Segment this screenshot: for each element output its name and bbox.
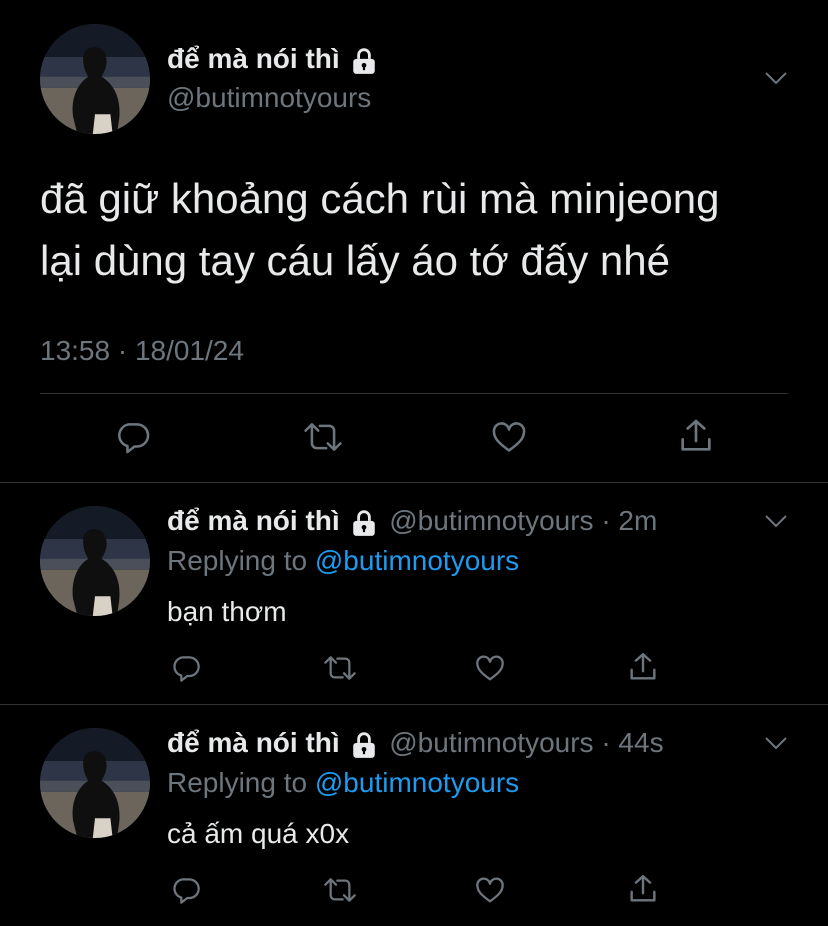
reply-header: để mà nói thì @butimnotyours · 44s bbox=[167, 725, 664, 761]
display-name[interactable]: để mà nói thì bbox=[167, 727, 340, 758]
reply-time[interactable]: · 2m bbox=[601, 505, 657, 536]
replying-to-label: Replying to bbox=[167, 767, 308, 798]
reply-icon[interactable] bbox=[170, 652, 202, 684]
chevron-down-icon[interactable] bbox=[764, 70, 788, 86]
divider bbox=[0, 704, 828, 705]
replying-to: Replying to @butimnotyours bbox=[167, 765, 519, 801]
replying-to: Replying to @butimnotyours bbox=[167, 543, 519, 579]
reply-text: cả ấm quá x0x bbox=[167, 818, 350, 849]
avatar-image bbox=[40, 728, 150, 838]
reply-time[interactable]: · 44s bbox=[601, 727, 663, 758]
share-icon[interactable] bbox=[626, 650, 660, 684]
like-icon[interactable] bbox=[474, 652, 506, 684]
tweet-timestamp[interactable]: 13:58 · 18/01/24 bbox=[40, 333, 244, 369]
tweet-text-line-2: lại dùng tay cáu lấy áo tớ đấy nhé bbox=[40, 237, 670, 284]
like-icon[interactable] bbox=[474, 874, 506, 906]
display-name-text: để mà nói thì bbox=[167, 43, 340, 74]
retweet-icon[interactable] bbox=[322, 874, 358, 906]
avatar[interactable] bbox=[40, 506, 150, 616]
reply-icon[interactable] bbox=[170, 874, 202, 906]
chevron-down-icon[interactable] bbox=[764, 735, 788, 751]
handle[interactable]: @butimnotyours bbox=[167, 80, 371, 116]
avatar[interactable] bbox=[40, 24, 150, 134]
tweet-text-line-1: đã giữ khoảng cách rùi mà minjeong bbox=[40, 175, 720, 222]
reply-header: để mà nói thì @butimnotyours · 2m bbox=[167, 503, 657, 539]
chevron-down-icon[interactable] bbox=[764, 513, 788, 529]
replying-to-handle[interactable]: @butimnotyours bbox=[315, 767, 519, 798]
share-icon[interactable] bbox=[626, 872, 660, 906]
handle[interactable]: @butimnotyours bbox=[389, 505, 593, 536]
avatar-image bbox=[40, 506, 150, 616]
display-name[interactable]: để mà nói thì bbox=[167, 41, 377, 77]
display-name[interactable]: để mà nói thì bbox=[167, 505, 340, 536]
divider bbox=[40, 393, 788, 394]
replying-to-handle[interactable]: @butimnotyours bbox=[315, 545, 519, 576]
lock-icon bbox=[351, 509, 377, 537]
retweet-icon[interactable] bbox=[322, 652, 358, 684]
avatar-image bbox=[40, 24, 150, 134]
retweet-icon[interactable] bbox=[302, 418, 344, 456]
share-icon[interactable] bbox=[676, 416, 716, 456]
lock-icon bbox=[351, 47, 377, 75]
avatar[interactable] bbox=[40, 728, 150, 838]
reply-icon[interactable] bbox=[114, 418, 152, 456]
replying-to-label: Replying to bbox=[167, 545, 308, 576]
reply-text: bạn thơm bbox=[167, 596, 287, 627]
like-icon[interactable] bbox=[490, 418, 528, 456]
divider bbox=[0, 482, 828, 483]
lock-icon bbox=[351, 731, 377, 759]
handle[interactable]: @butimnotyours bbox=[389, 727, 593, 758]
